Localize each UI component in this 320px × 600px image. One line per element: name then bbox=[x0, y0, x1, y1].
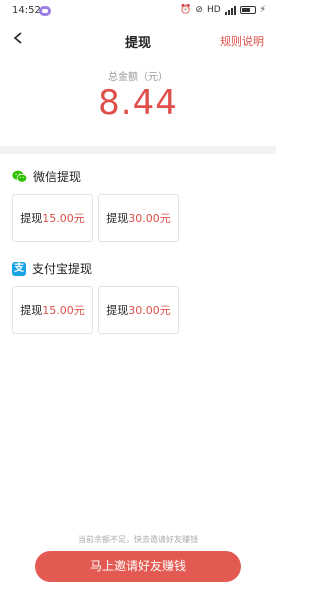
alipay-section-title: 支 支付宝提现 bbox=[12, 260, 92, 277]
wechat-withdraw-30-option[interactable]: 提现 30.00元 bbox=[98, 194, 179, 242]
status-bar: 14:52 ⏰ ⊘ HD ⚡ bbox=[0, 0, 276, 22]
wechat-section-title: 微信提现 bbox=[12, 168, 81, 185]
invite-friends-button[interactable]: 马上邀请好友赚钱 bbox=[35, 551, 241, 582]
status-icons: ⏰ ⊘ HD ⚡ bbox=[180, 5, 266, 15]
option-prefix: 提现 bbox=[20, 304, 43, 317]
option-prefix: 提现 bbox=[106, 304, 129, 317]
option-prefix: 提现 bbox=[20, 212, 43, 225]
rules-link[interactable]: 规则说明 bbox=[220, 33, 264, 49]
alipay-icon: 支 bbox=[12, 261, 26, 276]
insufficient-balance-hint: 当前余额不足，快去邀请好友赚钱 bbox=[78, 535, 198, 544]
balance-amount: 8.44 bbox=[98, 83, 178, 123]
signal-icon bbox=[224, 5, 236, 15]
alarm-icon: ⏰ bbox=[180, 5, 192, 15]
mute-icon: ⊘ bbox=[195, 5, 203, 15]
balance-label: 总金额（元） bbox=[108, 72, 168, 83]
status-time: 14:52 bbox=[12, 5, 41, 16]
option-amount: 30.00元 bbox=[128, 212, 171, 225]
wechat-section-label: 微信提现 bbox=[33, 170, 82, 184]
option-amount: 30.00元 bbox=[128, 304, 171, 317]
charging-icon: ⚡ bbox=[259, 5, 266, 15]
app-header: 提现 规则说明 bbox=[0, 22, 276, 58]
section-divider bbox=[0, 146, 276, 154]
option-amount: 15.00元 bbox=[42, 212, 85, 225]
network-type-label: HD bbox=[206, 5, 221, 15]
notification-icon bbox=[39, 6, 51, 16]
alipay-withdraw-15-option[interactable]: 提现 15.00元 bbox=[12, 286, 93, 334]
battery-icon bbox=[239, 6, 256, 14]
alipay-withdraw-30-option[interactable]: 提现 30.00元 bbox=[98, 286, 179, 334]
option-amount: 15.00元 bbox=[42, 304, 85, 317]
wechat-withdraw-15-option[interactable]: 提现 15.00元 bbox=[12, 194, 93, 242]
option-prefix: 提现 bbox=[106, 212, 129, 225]
alipay-section-label: 支付宝提现 bbox=[32, 262, 93, 276]
wechat-icon bbox=[12, 170, 27, 183]
